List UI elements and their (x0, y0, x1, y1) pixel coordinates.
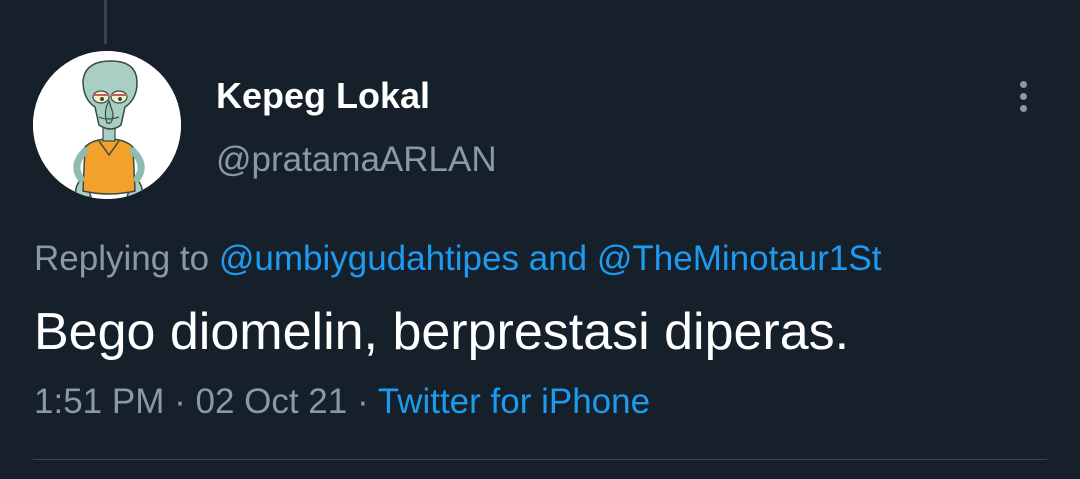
squidward-avatar-icon (33, 51, 181, 199)
replying-to-label: Replying to (34, 239, 210, 278)
reply-target-link-2[interactable]: @TheMinotaur1St (597, 239, 882, 278)
meta-separator: · (356, 382, 369, 421)
tweet-time[interactable]: 1:51 PM (34, 382, 164, 421)
avatar[interactable] (33, 51, 181, 199)
divider (33, 459, 1047, 460)
tweet-text: Bego diomelin, berprestasi diperas. (34, 303, 850, 361)
tweet-source-link[interactable]: Twitter for iPhone (378, 382, 650, 421)
more-vertical-icon-dot (1019, 104, 1027, 112)
tweet-card: Kepeg Lokal @pratamaARLAN Replying to @u… (0, 0, 1080, 479)
reply-and-label: and (528, 239, 588, 278)
author-handle[interactable]: @pratamaARLAN (216, 140, 497, 180)
thread-connector-line (104, 0, 107, 44)
more-options-button[interactable] (1003, 74, 1043, 118)
more-vertical-icon-dot (1019, 92, 1027, 100)
more-vertical-icon-dot (1019, 80, 1027, 88)
author-display-name[interactable]: Kepeg Lokal (216, 76, 430, 116)
replying-to-line: Replying to @umbiygudahtipes and @TheMin… (34, 238, 881, 280)
reply-target-link-1[interactable]: @umbiygudahtipes (219, 239, 519, 278)
tweet-date[interactable]: 02 Oct 21 (195, 382, 347, 421)
meta-separator: · (174, 382, 186, 421)
tweet-meta: 1:51 PM · 02 Oct 21 · Twitter for iPhone (34, 381, 650, 423)
